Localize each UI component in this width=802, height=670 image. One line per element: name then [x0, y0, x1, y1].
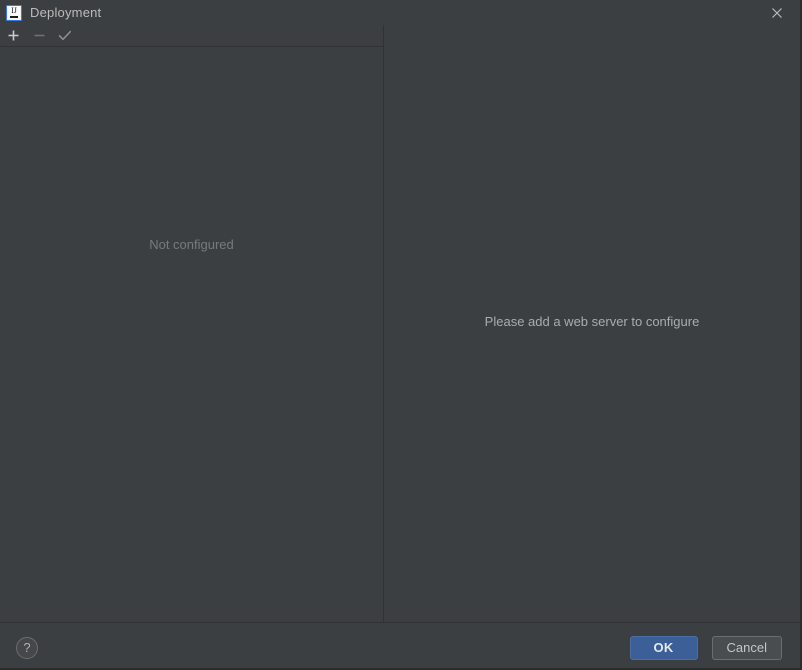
check-icon	[58, 30, 72, 41]
plus-icon	[8, 30, 18, 41]
remove-server-button[interactable]	[26, 25, 52, 46]
server-list-toolbar	[0, 25, 383, 46]
server-list-panel[interactable]: Not configured	[0, 46, 383, 622]
window-title: Deployment	[30, 5, 102, 20]
close-icon[interactable]	[764, 0, 790, 25]
set-default-server-button[interactable]	[52, 25, 78, 46]
ok-button[interactable]: OK	[629, 636, 698, 660]
empty-list-message: Not configured	[149, 237, 234, 252]
help-button[interactable]: ?	[16, 637, 38, 659]
footer-button-group: OK Cancel	[629, 636, 782, 660]
intellij-idea-icon: IJ	[6, 4, 22, 21]
dialog-footer: ? OK Cancel	[0, 622, 800, 668]
deployment-dialog: IJ Deployment Not configured Please add …	[0, 0, 802, 670]
title-bar: IJ Deployment	[0, 0, 800, 25]
add-server-button[interactable]	[0, 25, 26, 46]
server-detail-panel: Please add a web server to configure	[384, 25, 800, 622]
minus-icon	[34, 34, 44, 37]
cancel-button[interactable]: Cancel	[711, 636, 782, 660]
detail-placeholder-message: Please add a web server to configure	[484, 314, 700, 329]
